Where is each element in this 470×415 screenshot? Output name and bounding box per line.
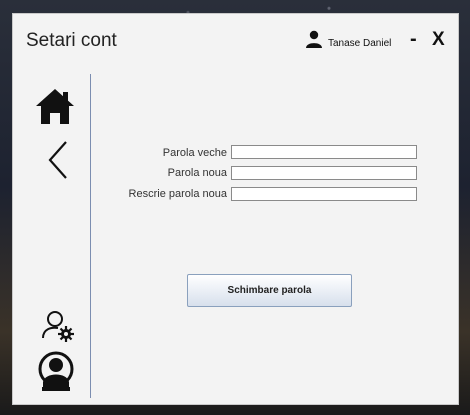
repeat-password-label: Rescrie parola noua <box>128 188 227 200</box>
minimize-button[interactable]: - <box>410 28 417 51</box>
change-password-button[interactable]: Schimbare parola <box>187 274 352 307</box>
window-title: Setari cont <box>26 30 117 51</box>
sidebar-divider <box>90 74 91 398</box>
user-settings-icon[interactable] <box>41 308 75 342</box>
old-password-field[interactable] <box>231 145 417 159</box>
close-button[interactable]: X <box>432 29 445 51</box>
user-icon <box>306 30 322 48</box>
old-password-label: Parola veche <box>162 147 227 159</box>
home-icon[interactable] <box>35 87 75 125</box>
back-arrow-icon[interactable] <box>47 140 69 180</box>
user-name: Tanase Daniel <box>328 38 392 49</box>
new-password-field[interactable] <box>231 166 417 180</box>
repeat-password-field[interactable] <box>231 187 417 201</box>
account-icon[interactable] <box>37 350 75 392</box>
settings-window: Setari cont Tanase Daniel - X Parola vec… <box>12 13 459 405</box>
new-password-label: Parola noua <box>167 167 227 179</box>
